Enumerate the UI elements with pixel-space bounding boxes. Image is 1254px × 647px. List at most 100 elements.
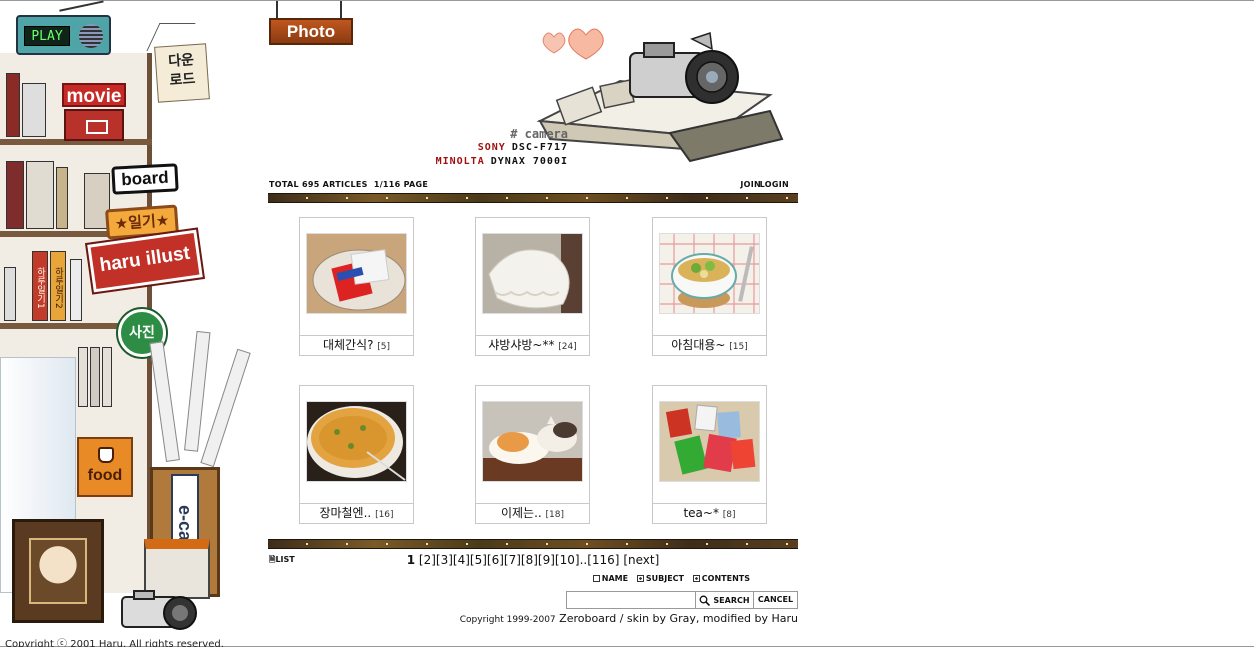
speaker-icon: [79, 24, 103, 48]
tea-packets-photo: [660, 402, 759, 481]
movie-link[interactable]: movie: [62, 83, 126, 143]
comment-count: [16]: [375, 510, 394, 520]
camera-brand: MINOLTA: [435, 156, 485, 167]
download-link[interactable]: 다운 로드: [154, 43, 210, 103]
girl-portrait-image: [29, 538, 87, 604]
option-label: CONTENTS: [701, 574, 750, 583]
photo-caption[interactable]: 아침대용~ [15]: [653, 335, 766, 355]
comment-count: [18]: [545, 510, 565, 520]
book: [90, 347, 100, 407]
photo-thumbnail[interactable]: [306, 401, 407, 482]
camera-model: DYNAX 7000I: [490, 156, 568, 167]
photo-title: tea~*: [683, 506, 719, 520]
sign-hanger: [276, 1, 342, 19]
photo-card[interactable]: 이제는.. [18]: [475, 385, 590, 524]
comment-count: [8]: [722, 510, 736, 520]
page-link[interactable]: [9]: [538, 553, 555, 567]
checkbox-checked-icon[interactable]: [692, 575, 700, 582]
photo-caption[interactable]: 장마철엔.. [16]: [300, 503, 413, 523]
photo-title: 대체간식?: [322, 338, 374, 352]
photo-card[interactable]: 대체간식? [5]: [299, 217, 414, 356]
photo-thumbnail[interactable]: [659, 233, 760, 314]
search-button[interactable]: SEARCH: [696, 591, 754, 609]
snack-photo: [307, 234, 406, 313]
book: [22, 83, 46, 137]
camera-model: DSC-F717: [511, 142, 568, 153]
book: [70, 259, 82, 321]
left-copyright: Copyright ⓒ 2001 Haru. All rights reserv…: [5, 639, 224, 647]
search-label: SEARCH: [713, 595, 750, 605]
checkbox-icon[interactable]: [592, 575, 600, 582]
photo-caption[interactable]: 샤방샤방~** [24]: [476, 335, 589, 355]
photo-board: Photo # camera SONY DSC-F717 MINOLTA DYN…: [268, 1, 798, 647]
page-title: Photo: [269, 18, 353, 45]
camera-title: # camera: [510, 127, 568, 141]
nav-shelf-illustration: 하루일기1 하루일기2 PLAY 다운 로드 movie board ★일기★ …: [0, 0, 262, 647]
pagination: 1 [2][3][4][5][6][7][8][9][10]..[116] [n…: [268, 553, 798, 567]
food-link[interactable]: food: [77, 437, 133, 497]
comment-count: [15]: [729, 342, 748, 352]
photo-card[interactable]: 아침대용~ [15]: [652, 217, 767, 356]
page-link-last[interactable]: [116]: [587, 553, 619, 567]
board-link[interactable]: board: [111, 163, 179, 195]
page-current: 1: [406, 553, 416, 567]
option-label: SUBJECT: [645, 574, 684, 583]
book: [6, 161, 24, 229]
book-diary-2: 하루일기2: [50, 251, 66, 321]
cupcake-icon: [98, 447, 114, 463]
book: [26, 161, 54, 229]
camera-row: SONY DSC-F717: [418, 141, 568, 155]
option-label: NAME: [601, 574, 629, 583]
join-link[interactable]: JOIN: [740, 180, 761, 189]
photo-thumbnail[interactable]: [482, 233, 583, 314]
login-link[interactable]: LOGIN: [760, 180, 789, 189]
camera-row: MINOLTA DYNAX 7000I: [418, 155, 568, 169]
search-option-name[interactable]: NAME: [592, 574, 629, 583]
breakfast-bowl-photo: [660, 234, 759, 313]
page-link[interactable]: [6]: [487, 553, 504, 567]
search-input[interactable]: [566, 591, 696, 609]
search-option-contents[interactable]: CONTENTS: [692, 574, 750, 583]
copyright-years: Copyright 1999-2007: [459, 615, 556, 625]
photo-title: 샤방샤방~**: [488, 338, 555, 352]
photo-caption[interactable]: tea~* [8]: [653, 503, 766, 523]
photo-title: 장마철엔..: [319, 506, 372, 520]
page-link[interactable]: [7]: [504, 553, 521, 567]
portrait-frame: [12, 519, 104, 623]
photo-title: 이제는..: [500, 506, 542, 520]
movie-label: movie: [62, 83, 126, 107]
photo-thumbnail[interactable]: [482, 401, 583, 482]
photo-thumbnail[interactable]: [659, 401, 760, 482]
lace-dress-photo: [483, 234, 582, 313]
book: [6, 73, 20, 137]
paper-roll: [149, 341, 180, 462]
paper-roll: [200, 348, 251, 468]
next-page-link[interactable]: [next]: [623, 553, 659, 567]
photo-thumbnail[interactable]: [306, 233, 407, 314]
page-link[interactable]: [5]: [470, 553, 487, 567]
page-link[interactable]: [2]: [419, 553, 436, 567]
page-link[interactable]: [8]: [521, 553, 538, 567]
paper-rolls-illustration: [149, 330, 251, 471]
bottom-divider: [268, 539, 798, 549]
photo-caption[interactable]: 대체간식? [5]: [300, 335, 413, 355]
cancel-button[interactable]: CANCEL: [754, 591, 798, 609]
camera-caption: # camera SONY DSC-F717 MINOLTA DYNAX 700…: [418, 127, 568, 169]
page-link[interactable]: [10]: [555, 553, 580, 567]
page-link[interactable]: [3]: [436, 553, 453, 567]
checkbox-checked-icon[interactable]: [636, 575, 644, 582]
photo-card[interactable]: 장마철엔.. [16]: [299, 385, 414, 524]
play-button[interactable]: PLAY: [24, 26, 70, 46]
photo-card[interactable]: tea~* [8]: [652, 385, 767, 524]
photo-title: 아침대용~: [671, 338, 726, 352]
stats-bar: TOTAL 695 ARTICLES 1/116 PAGE JOIN LOGIN: [269, 180, 797, 192]
page-link[interactable]: [4]: [453, 553, 470, 567]
photo-card[interactable]: 샤방샤방~** [24]: [475, 217, 590, 356]
sleeping-cats-photo: [483, 402, 582, 481]
book: [78, 347, 88, 407]
photo-caption[interactable]: 이제는.. [18]: [476, 503, 589, 523]
comment-count: [5]: [377, 342, 391, 352]
search-option-subject[interactable]: SUBJECT: [636, 574, 684, 583]
movie-box-icon: [64, 109, 124, 141]
download-label: 다운 로드: [167, 52, 196, 89]
